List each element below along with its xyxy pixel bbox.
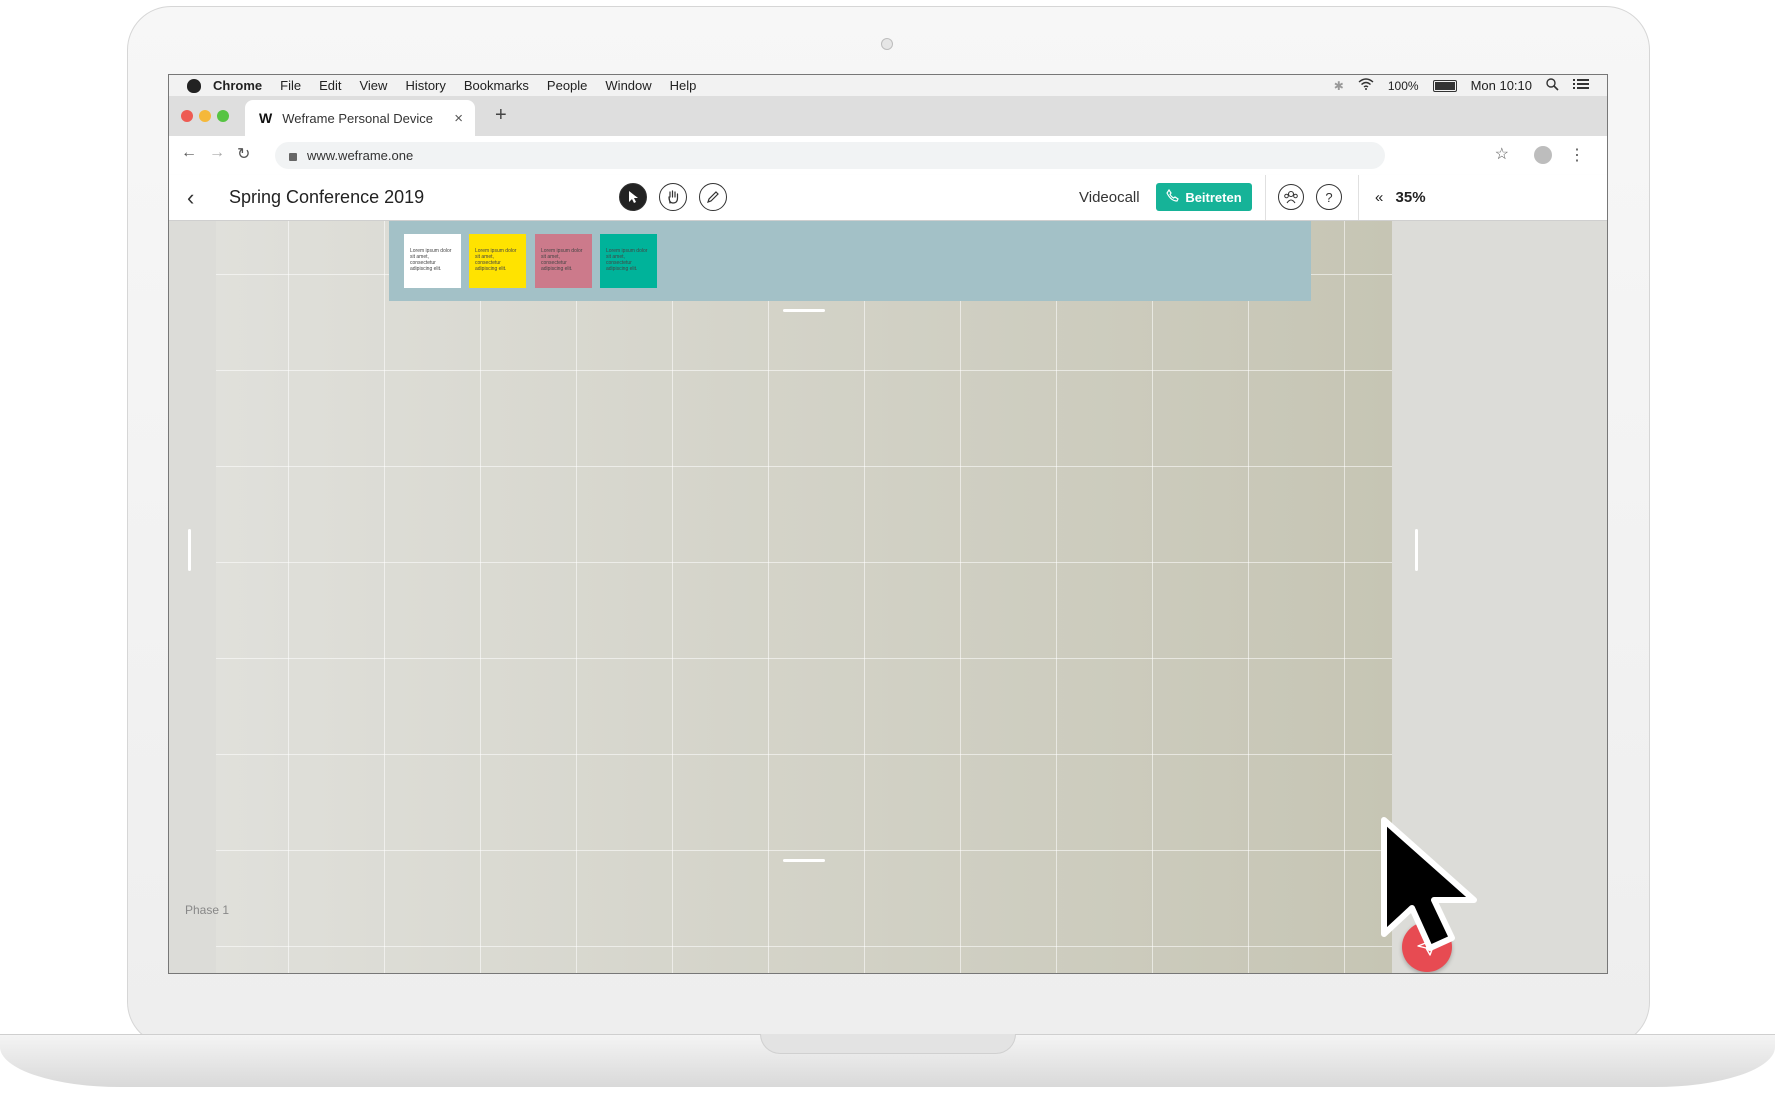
back-arrow-icon[interactable]: ← [181, 144, 197, 162]
bluetooth-icon[interactable]: ✱ [1334, 79, 1344, 93]
menu-window[interactable]: Window [605, 78, 651, 93]
menubar-status: ✱ 100% Mon 10:10 [1334, 77, 1589, 94]
board-toolbar: ‹ Spring Conference 2019 Videocall Beitr… [169, 175, 1607, 221]
menu-app-name[interactable]: Chrome [213, 78, 262, 93]
collapse-chevron-icon[interactable]: « [1375, 189, 1383, 206]
window-close-button[interactable] [181, 110, 193, 122]
right-panel-handle[interactable] [1415, 529, 1418, 571]
phone-icon [1166, 188, 1180, 205]
menubar-clock[interactable]: Mon 10:10 [1471, 78, 1532, 93]
menu-file[interactable]: File [280, 78, 301, 93]
apple-icon[interactable] [187, 78, 201, 93]
bottom-panel-handle[interactable] [783, 859, 825, 862]
browser-address-bar: ← → ↻ www.weframe.one ☆ ⋮ [169, 136, 1607, 176]
window-zoom-button[interactable] [217, 110, 229, 122]
join-videocall-button[interactable]: Beitreten [1156, 183, 1252, 211]
reload-icon[interactable]: ↻ [237, 144, 250, 164]
laptop-notch [760, 1034, 1016, 1054]
wifi-icon[interactable] [1358, 78, 1374, 93]
videocall-label: Videocall [1079, 189, 1140, 206]
notification-center-icon[interactable] [1573, 78, 1589, 93]
mouse-cursor-icon [1381, 817, 1477, 951]
window-minimize-button[interactable] [199, 110, 211, 122]
lock-icon [289, 152, 297, 161]
bookmark-star-icon[interactable]: ☆ [1495, 144, 1509, 164]
forward-arrow-icon[interactable]: → [209, 144, 225, 162]
battery-percent: 100% [1387, 78, 1419, 93]
divider [1358, 175, 1359, 220]
board-title: Spring Conference 2019 [229, 187, 425, 207]
sticky-note[interactable]: Lorem ipsum dolor sit amet, consectetur … [600, 234, 657, 288]
phase-frame[interactable]: Lorem ipsum dolor sit amet, consectetur … [216, 221, 1452, 973]
browser-menu-icon[interactable]: ⋮ [1569, 145, 1585, 165]
battery-icon[interactable] [1432, 79, 1457, 92]
camera-icon [881, 38, 893, 50]
menu-edit[interactable]: Edit [319, 78, 341, 93]
participants-icon[interactable] [1278, 184, 1304, 210]
pan-hand-icon[interactable] [659, 183, 687, 211]
profile-avatar-icon[interactable] [1534, 146, 1552, 164]
pen-icon[interactable] [699, 183, 727, 211]
left-panel-handle[interactable] [188, 529, 191, 571]
zoom-level: 35% [1395, 189, 1426, 206]
url-field[interactable]: www.weframe.one [275, 142, 1385, 169]
zoom-control[interactable]: « 35% [1375, 189, 1426, 206]
parking-resize-handle[interactable] [783, 309, 825, 312]
spotlight-search-icon[interactable] [1546, 77, 1559, 94]
help-button[interactable]: ? [1316, 184, 1342, 210]
url-text[interactable]: www.weframe.one [307, 148, 413, 163]
weframe-favicon: W [259, 110, 273, 126]
menu-people[interactable]: People [547, 78, 587, 93]
menu-help[interactable]: Help [670, 78, 697, 93]
tab-title: Weframe Personal Device [282, 110, 433, 126]
menu-bookmarks[interactable]: Bookmarks [464, 78, 529, 93]
sticky-note[interactable]: Lorem ipsum dolor sit amet, consectetur … [469, 234, 526, 288]
browser-tab[interactable]: W Weframe Personal Device × [245, 100, 475, 136]
tab-close-icon[interactable]: × [454, 110, 463, 127]
menu-view[interactable]: View [359, 78, 387, 93]
mac-menubar: Chrome File Edit View History Bookmarks … [169, 75, 1607, 97]
board-back-icon[interactable]: ‹ [187, 185, 217, 211]
sticky-note[interactable]: Lorem ipsum dolor sit amet, consectetur … [404, 234, 461, 288]
phase-label: Phase 1 [185, 903, 230, 917]
divider [1265, 175, 1266, 220]
parking-area[interactable]: Lorem ipsum dolor sit amet, consectetur … [389, 221, 1311, 301]
browser-tabbar: W Weframe Personal Device × + [169, 96, 1607, 136]
sticky-note[interactable]: Lorem ipsum dolor sit amet, consectetur … [535, 234, 592, 288]
new-tab-button[interactable]: + [495, 104, 507, 127]
tool-picker [619, 183, 727, 211]
select-pointer-icon[interactable] [619, 183, 647, 211]
menu-history[interactable]: History [405, 78, 445, 93]
join-label: Beitreten [1185, 189, 1242, 205]
